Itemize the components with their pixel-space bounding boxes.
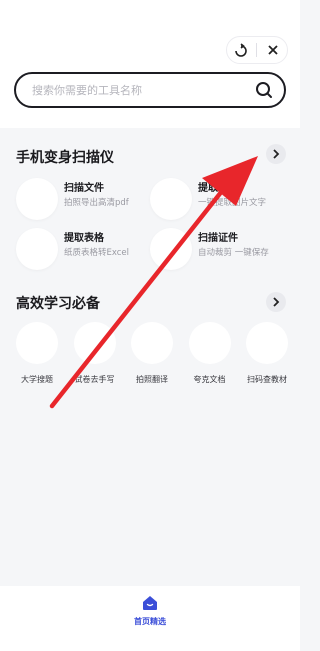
tool-name: 提取表格 (64, 233, 104, 244)
more-button[interactable] (229, 38, 253, 62)
mini-program-capsule (226, 36, 288, 64)
more-dots-icon (235, 43, 247, 57)
tab-home[interactable]: 首页精选 (134, 594, 166, 651)
study-item-remove-handwriting[interactable]: 试卷去手写 (70, 322, 120, 385)
chevron-right-icon (273, 297, 280, 307)
scan-textbook-icon (246, 322, 288, 364)
extract-text-icon (150, 178, 192, 220)
study-tools-row: 大学搜题 试卷去手写 拍照翻译 夸克文档 扫码查教材 (12, 322, 292, 385)
search-input[interactable] (32, 83, 254, 97)
study-item-label: 拍照翻译 (136, 375, 168, 384)
study-item-photo-translate[interactable]: 拍照翻译 (127, 322, 177, 385)
study-item-label: 扫码查教材 (247, 375, 287, 384)
tool-name: 扫描证件 (198, 233, 238, 244)
study-item-college-search[interactable]: 大学搜题 (12, 322, 62, 385)
scan-file-icon (16, 178, 58, 220)
tool-desc: 拍照导出高清pdf (64, 198, 129, 208)
scan-id-icon (150, 228, 192, 270)
study-item-label: 大学搜题 (21, 375, 53, 384)
close-button[interactable] (261, 38, 285, 62)
tool-scan-file[interactable]: 扫描文件 拍照导出高清pdf (16, 178, 129, 220)
close-icon (268, 45, 278, 55)
tool-name: 提取 (198, 183, 218, 194)
tool-extract-text[interactable]: 提取 一键提取图片文字 (150, 178, 266, 220)
college-search-icon (16, 322, 58, 364)
photo-translate-icon (131, 322, 173, 364)
quark-docs-icon (188, 322, 231, 364)
study-item-quark-docs[interactable]: 夸克文档 (185, 322, 235, 385)
chevron-right-icon (273, 149, 280, 159)
home-icon (143, 596, 157, 610)
search-icon (256, 82, 272, 98)
tool-scan-id[interactable]: 扫描证件 自动裁剪 一键保存 (150, 228, 269, 270)
search-bar[interactable] (14, 72, 286, 108)
extract-table-icon (16, 228, 58, 270)
section-study-more-button[interactable] (266, 292, 286, 312)
tool-desc: 一键提取图片文字 (198, 198, 267, 208)
bottom-tab-bar: 首页精选 (0, 586, 300, 651)
tab-home-label: 首页精选 (134, 617, 166, 626)
tool-desc: 自动裁剪 一键保存 (198, 248, 269, 258)
remove-handwriting-icon (73, 322, 116, 364)
search-button[interactable] (254, 80, 274, 100)
section-title-scan: 手机变身扫描仪 (16, 150, 114, 166)
study-item-label: 试卷去手写 (74, 375, 115, 384)
section-scan-more-button[interactable] (266, 144, 286, 164)
study-item-label: 夸克文档 (193, 375, 226, 384)
study-item-scan-textbook[interactable]: 扫码查教材 (242, 322, 292, 385)
capsule-divider (256, 43, 258, 57)
tool-name: 扫描文件 (64, 183, 104, 194)
tool-desc: 纸质表格转Excel (64, 248, 130, 258)
section-title-study: 高效学习必备 (16, 296, 100, 312)
top-area (0, 0, 300, 128)
tool-extract-table[interactable]: 提取表格 纸质表格转Excel (16, 228, 129, 270)
